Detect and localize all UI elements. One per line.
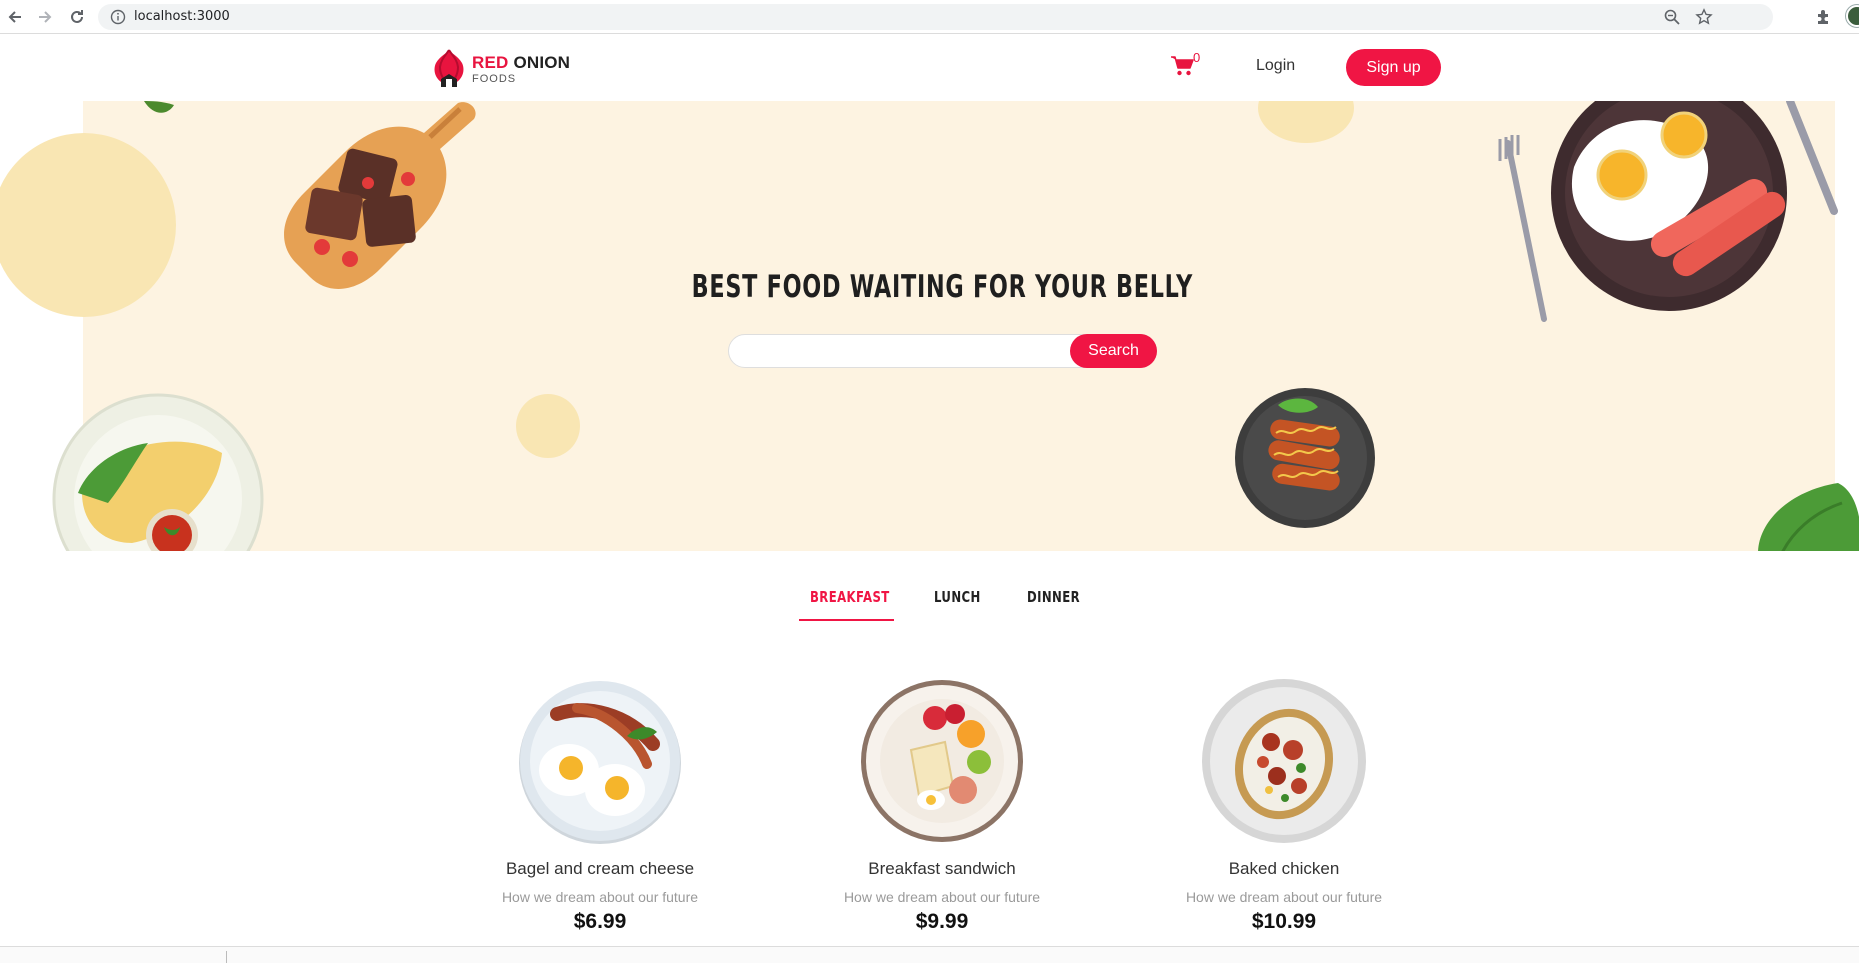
logo-word-red: RED: [472, 53, 509, 72]
decorative-circle: [516, 394, 580, 458]
food-description: How we dream about our future: [1185, 889, 1383, 905]
meal-tabs: BREAKFAST LUNCH DINNER: [0, 585, 1859, 625]
food-name: Breakfast sandwich: [868, 859, 1016, 878]
signup-button[interactable]: Sign up: [1346, 49, 1441, 86]
browser-toolbar: localhost:3000: [0, 0, 1859, 34]
food-card[interactable]: Bagel and cream cheese How we dream abou…: [435, 678, 735, 938]
info-icon[interactable]: [110, 9, 126, 25]
food-price: $10.99: [1251, 910, 1317, 933]
hero-title: BEST FOOD WAITING FOR YOUR BELLY: [691, 269, 1194, 305]
food-description: How we dream about our future: [843, 889, 1041, 905]
food-image[interactable]: [517, 678, 683, 844]
decorative-circle: [0, 133, 176, 317]
food-image[interactable]: [859, 678, 1025, 844]
food-image[interactable]: [1201, 678, 1367, 844]
food-card[interactable]: Baked chicken How we dream about our fut…: [1119, 678, 1419, 938]
cart-icon[interactable]: [1170, 55, 1194, 77]
logo[interactable]: RED ONION FOODS: [430, 47, 580, 89]
zoom-icon[interactable]: [1663, 8, 1681, 26]
url-text[interactable]: localhost:3000: [134, 9, 230, 24]
address-bar[interactable]: localhost:3000: [98, 4, 1773, 30]
taco-plate-illustration: [52, 393, 264, 551]
tab-dinner[interactable]: DINNER: [1027, 588, 1080, 622]
login-link[interactable]: Login: [1256, 57, 1295, 75]
forward-arrow-icon[interactable]: [32, 5, 58, 29]
profile-avatar[interactable]: [1846, 5, 1859, 27]
food-name: Bagel and cream cheese: [505, 859, 695, 878]
food-name: Baked chicken: [1228, 859, 1340, 878]
logo-word-onion: ONION: [513, 53, 571, 72]
search-bar: Search: [728, 334, 1157, 368]
logo-subtitle: FOODS: [472, 73, 517, 85]
cart-count-badge: 0: [1193, 50, 1201, 65]
active-tab-indicator: [799, 619, 894, 621]
food-price: $9.99: [915, 910, 969, 933]
star-icon[interactable]: [1695, 8, 1713, 26]
bottom-status-bar: [0, 946, 1859, 963]
food-card[interactable]: Breakfast sandwich How we dream about ou…: [777, 678, 1077, 938]
back-arrow-icon[interactable]: [2, 5, 28, 29]
search-button[interactable]: Search: [1070, 334, 1157, 368]
tab-breakfast[interactable]: BREAKFAST: [810, 588, 890, 622]
tab-lunch[interactable]: LUNCH: [934, 588, 981, 622]
site-header: RED ONION FOODS 0 Login Sign up: [0, 35, 1859, 101]
leaf-icon: [142, 101, 174, 113]
hero-banner: BEST FOOD WAITING FOR YOUR BELLY Search: [0, 101, 1859, 551]
food-description: How we dream about our future: [501, 889, 699, 905]
onion-logo-icon: [434, 49, 464, 87]
reload-icon[interactable]: [64, 5, 90, 29]
food-price: $6.99: [573, 910, 627, 933]
extensions-icon[interactable]: [1814, 7, 1834, 27]
divider: [226, 951, 227, 963]
sausage-plate-illustration: [1235, 388, 1375, 528]
search-input[interactable]: [739, 341, 1059, 363]
logo-title: RED ONION: [472, 53, 570, 73]
leaf-icon: [1758, 483, 1859, 551]
